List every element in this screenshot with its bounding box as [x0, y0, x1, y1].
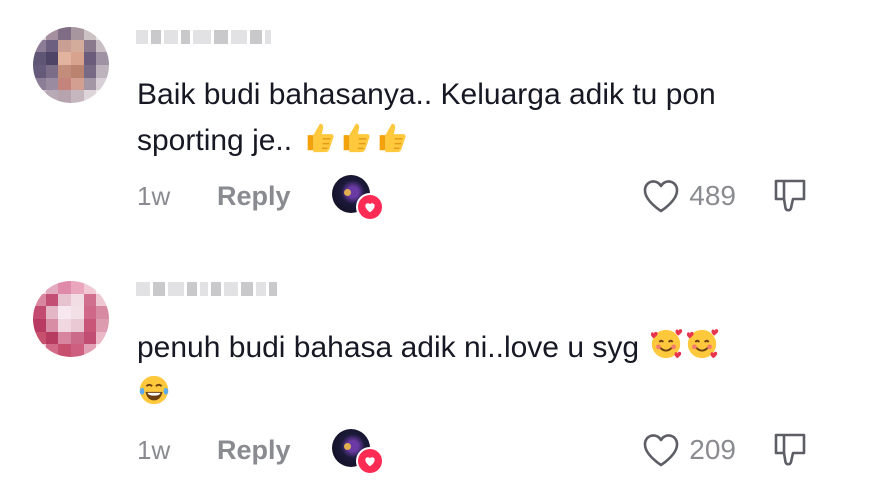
thumbs-up-emoji [308, 123, 334, 153]
smiling-face-with-hearts-emoji [651, 329, 683, 359]
comment-text-content: penuh budi bahasa adik ni..love u syg [137, 331, 640, 364]
creator-liked-badge [332, 175, 384, 221]
heart-outline-icon [643, 180, 679, 213]
avatar[interactable] [33, 281, 109, 357]
comment-item: penuh budi bahasa adik ni..love u syg 1w… [0, 252, 870, 502]
thumbs-down-outline-icon[interactable] [772, 431, 808, 469]
thumbs-up-emoji [344, 123, 370, 153]
comment-text-content: Baik budi bahasanya.. Keluarga adik tu p… [137, 78, 716, 157]
reply-button[interactable]: Reply [217, 181, 332, 212]
username-redacted[interactable] [136, 28, 271, 46]
comment-text: penuh budi bahasa adik ni..love u syg [137, 325, 817, 417]
comment-timestamp: 1w [137, 180, 171, 211]
like-count: 209 [689, 434, 736, 465]
reply-button[interactable]: Reply [217, 435, 332, 466]
like-button[interactable]: 209 [641, 432, 736, 468]
thumbs-up-emoji [380, 123, 406, 153]
smiling-face-with-hearts-emoji [687, 329, 719, 359]
like-count: 489 [689, 180, 736, 211]
username-redacted[interactable] [136, 280, 277, 298]
thumbs-down-outline-icon[interactable] [772, 177, 808, 215]
heart-badge-icon [356, 193, 384, 221]
tears-of-joy-emoji [139, 375, 169, 405]
comment-text: Baik budi bahasanya.. Keluarga adik tu p… [137, 72, 817, 164]
comment-item: Baik budi bahasanya.. Keluarga adik tu p… [0, 0, 870, 250]
heart-outline-icon [643, 434, 679, 467]
avatar[interactable] [33, 27, 109, 103]
comment-meta-row: 1w Reply 209 [137, 429, 840, 475]
creator-liked-badge [332, 429, 384, 475]
heart-badge-icon [356, 447, 384, 475]
comment-timestamp: 1w [137, 434, 171, 465]
comment-meta-row: 1w Reply 489 [137, 175, 840, 221]
like-button[interactable]: 489 [641, 178, 736, 214]
